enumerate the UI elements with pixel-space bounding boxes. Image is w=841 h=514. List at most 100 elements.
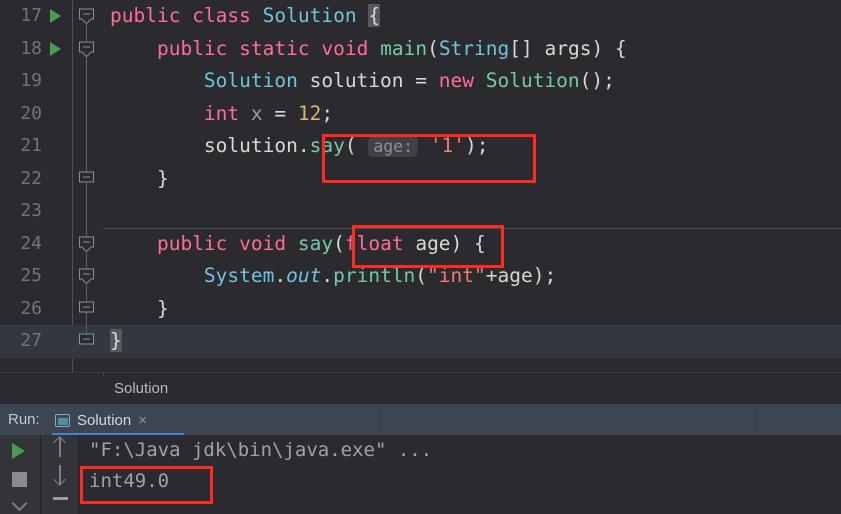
code-text[interactable]: public void say(float age) { (102, 228, 841, 261)
line-number: 19 (20, 70, 42, 91)
fold-gutter[interactable] (72, 260, 102, 293)
code-token: . (321, 264, 334, 287)
code-text[interactable]: Solution solution = new Solution(); (102, 65, 841, 98)
code-token: solution (309, 69, 404, 92)
fold-gutter[interactable] (72, 227, 102, 260)
run-gutter-slot (42, 195, 72, 228)
code-token: Solution (203, 69, 298, 92)
breadcrumb-divider (103, 373, 104, 376)
run-triangle-icon (50, 41, 61, 56)
editor-line[interactable]: 22 } (0, 162, 841, 196)
fold-expanded-icon[interactable] (79, 41, 94, 56)
editor-line[interactable]: 27} (0, 325, 841, 358)
fold-end-icon[interactable] (79, 171, 94, 186)
editor-line[interactable]: 18 public static void main(String[] args… (0, 32, 841, 66)
run-gutter-button[interactable] (42, 0, 72, 33)
fold-expanded-icon[interactable] (79, 236, 94, 251)
code-token: "int" (427, 264, 486, 287)
fold-gutter[interactable] (72, 325, 102, 358)
code-text[interactable]: public static void main(String[] args) { (102, 33, 841, 66)
line-number: 21 (20, 135, 42, 156)
editor-line[interactable]: 17 public class Solution { (0, 0, 841, 33)
line-number: 23 (20, 200, 42, 221)
code-token: . (274, 264, 287, 287)
soft-wrap-icon (53, 497, 68, 500)
line-number: 25 (20, 265, 42, 286)
code-token: say (297, 231, 334, 255)
editor-line[interactable]: 20 int x = 12; (0, 97, 841, 131)
rerun-button[interactable] (0, 435, 41, 463)
code-editor[interactable]: 17 public class Solution {18 public stati… (0, 0, 841, 372)
more-button[interactable] (0, 491, 41, 514)
editor-line[interactable]: 24 public void say(float age) { (0, 227, 841, 261)
editor-line[interactable]: 26 } (0, 292, 841, 326)
fold-expanded-icon[interactable] (79, 268, 94, 284)
code-token: ; (321, 101, 334, 125)
code-token: class (192, 4, 251, 27)
fold-gutter[interactable] (72, 292, 102, 325)
code-token: [] args) { (509, 36, 627, 60)
header-divider-2 (755, 404, 756, 435)
fold-rail (86, 65, 87, 98)
code-text[interactable]: int x = 12; (102, 98, 841, 131)
code-token: out (286, 264, 322, 287)
code-token: age (497, 264, 533, 287)
code-token: } (110, 296, 169, 320)
next-occurrence-button[interactable] (41, 465, 79, 493)
soft-wrap-button[interactable] (41, 497, 79, 514)
fold-gutter[interactable] (72, 0, 102, 33)
fold-end-icon[interactable] (79, 301, 94, 316)
fold-gutter[interactable] (72, 32, 102, 65)
prev-occurrence-button[interactable] (41, 436, 79, 465)
breadcrumb[interactable]: Solution (114, 373, 168, 404)
code-token: '1' (429, 133, 466, 157)
code-token: x (250, 101, 263, 125)
console-output[interactable]: "F:\Java jdk\bin\java.exe" ... int49.0 (79, 435, 841, 514)
stop-button[interactable] (0, 463, 41, 491)
code-token: ( (415, 264, 428, 287)
fold-end-icon[interactable] (79, 333, 94, 349)
editor-line[interactable]: 21 solution.say( age: '1'); (0, 130, 841, 163)
code-text[interactable]: } (102, 293, 841, 326)
run-gutter-slot (42, 65, 72, 98)
line-number: 22 (20, 167, 42, 189)
fold-gutter (72, 130, 102, 163)
code-token: static (239, 36, 310, 60)
run-toolwindow-header: Run: Solution × (0, 403, 841, 436)
close-icon[interactable]: × (138, 412, 147, 429)
line-number: 17 (20, 5, 42, 26)
code-token: public (156, 36, 228, 60)
code-token: ( (427, 36, 439, 60)
code-text[interactable]: } (102, 325, 841, 358)
code-token: ); (465, 133, 489, 157)
code-text[interactable]: public class Solution { (102, 0, 841, 33)
code-text[interactable]: solution.say( age: '1'); (102, 130, 841, 164)
code-token: int (203, 101, 240, 125)
run-gutter-button[interactable] (42, 33, 72, 66)
run-gutter-slot (42, 293, 72, 326)
code-token: public (110, 4, 181, 27)
editor-line[interactable]: 23 (0, 195, 841, 228)
run-tab-solution[interactable]: Solution × (55, 404, 147, 436)
fold-expanded-icon[interactable] (79, 8, 94, 24)
code-text[interactable]: System.out.println("int"+age); (102, 260, 841, 293)
run-console: "F:\Java jdk\bin\java.exe" ... int49.0 (0, 435, 841, 514)
fold-gutter[interactable] (72, 162, 102, 195)
fold-rail (86, 130, 87, 163)
code-token: float (344, 231, 404, 255)
code-token: } (110, 329, 122, 352)
chevron-down-icon (13, 498, 25, 510)
editor-line[interactable]: 25 System.out.println("int"+age); (0, 260, 841, 293)
editor-line[interactable]: 19 Solution solution = new Solution(); (0, 65, 841, 98)
code-text[interactable]: } (102, 163, 841, 196)
